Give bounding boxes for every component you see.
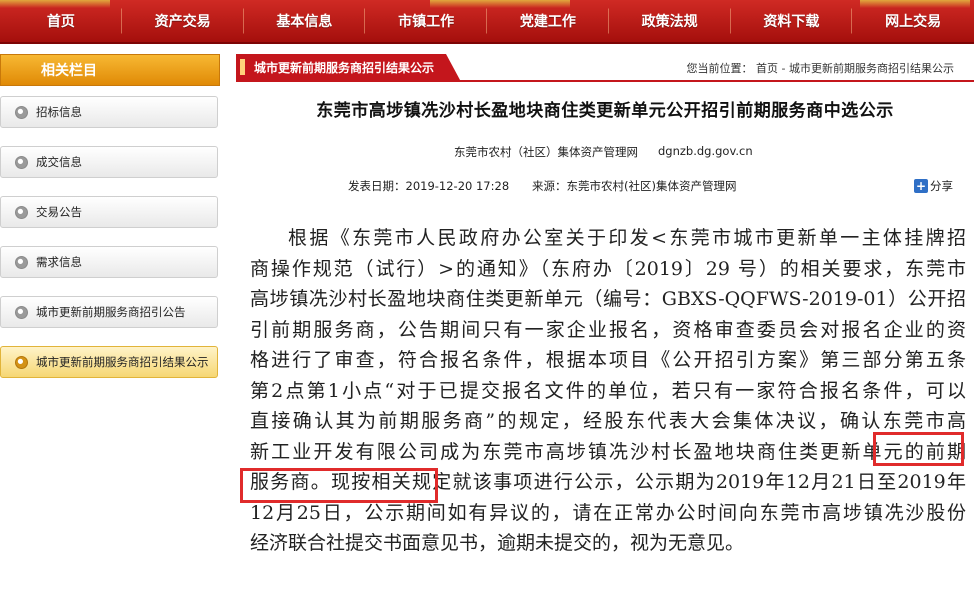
article-title: 东莞市高埗镇冼沙村长盈地块商住类更新单元公开招引前期服务商中选公示 (316, 101, 894, 121)
body-line: 直接确认其为前期服务商”的规定，经股东代表大会集体决议，确认东莞市高 (250, 410, 966, 432)
share-button[interactable]: + 分享 (914, 178, 953, 194)
sidebar-item-label: 招标信息 (36, 105, 82, 119)
sidebar-item-label: 城市更新前期服务商招引结果公示 (36, 355, 209, 369)
nav-policies[interactable]: 政策法规 (608, 0, 731, 42)
sidebar-item-label: 城市更新前期服务商招引公告 (36, 305, 186, 319)
body-line: 第2点第1小点“对于已提交报名文件的单位，若只有一家符合报名条件，可以 (250, 379, 966, 402)
bullet-icon (15, 105, 28, 119)
nav-basic-info[interactable]: 基本信息 (243, 0, 366, 42)
sidebar-item-recruitment-notice[interactable]: 城市更新前期服务商招引公告 (0, 296, 218, 328)
breadcrumb: 您当前位置： 首页 - 城市更新前期服务商招引结果公示 (687, 60, 954, 76)
sidebar-header: 相关栏目 (0, 54, 220, 86)
publish-info: 发表日期：2019-12-20 17:28 (348, 178, 509, 194)
plus-icon: + (914, 179, 928, 193)
body-line: 根据《东莞市人民政府办公室关于印发<东莞市城市更新单一主体挂牌招 (288, 227, 966, 249)
sidebar-item-bidding-info[interactable]: 招标信息 (0, 96, 218, 128)
body-line: 服务商。现按相关规定就该事项进行公示，公示期为2019年12月21日至2019年 (250, 471, 966, 493)
sidebar-item-label: 需求信息 (36, 255, 82, 269)
body-line: 高埗镇冼沙村长盈地块商住类更新单元（编号：GBXS-QQFWS-2019-01）… (250, 288, 966, 310)
section-tab: 城市更新前期服务商招引结果公示 (236, 54, 460, 80)
body-line: 商操作规范（试行）>的通知》（东府办〔2019〕29 号）的相关要求，东莞市 (250, 257, 966, 280)
nav-downloads[interactable]: 资料下载 (730, 0, 853, 42)
sidebar-item-label: 交易公告 (36, 205, 82, 219)
top-navigation: 首页 资产交易 基本信息 市镇工作 党建工作 政策法规 资料下载 网上交易 (0, 0, 974, 44)
sidebar-item-label: 成交信息 (36, 155, 82, 169)
body-line: 格进行了审查，符合报名条件，根据本项目《公开招引方案》第三部分第五条 (250, 349, 966, 371)
sidebar-item-recruitment-result[interactable]: 城市更新前期服务商招引结果公示 (0, 346, 218, 378)
bullet-icon (15, 155, 28, 169)
publish-label: 发表日期： (348, 179, 406, 193)
bullet-icon (15, 305, 28, 319)
body-line: 新工业开发有限公司成为东莞市高埗镇冼沙村长盈地块商住类更新单元的前期 (250, 440, 966, 463)
source-url[interactable]: dgnzb.dg.gov.cn (658, 144, 753, 158)
breadcrumb-prefix: 您当前位置： (686, 62, 753, 75)
nav-decoration (0, 0, 110, 8)
bullet-icon (15, 355, 28, 369)
sidebar-item-demand-info[interactable]: 需求信息 (0, 246, 218, 278)
bullet-icon (15, 255, 28, 269)
origin-label: 来源： (532, 179, 567, 193)
article-body: 根据《东莞市人民政府办公室关于印发<东莞市城市更新单一主体挂牌招 商操作规范（试… (250, 223, 966, 559)
bullet-icon (15, 205, 28, 219)
origin-info: 来源：东莞市农村(社区)集体资产管理网 (532, 178, 736, 194)
breadcrumb-path[interactable]: 首页 - 城市更新前期服务商招引结果公示 (756, 62, 954, 75)
nav-decoration (860, 0, 970, 8)
body-line: 经济联合社提交书面意见书，逾期未提交的，视为无意见。 (250, 532, 745, 554)
content-header-bar: 城市更新前期服务商招引结果公示 您当前位置： 首页 - 城市更新前期服务商招引结… (236, 54, 974, 82)
nav-decoration (430, 0, 570, 8)
body-line: 12月25日，公示期间如有异议的，请在正常办公时间向东莞市高埗镇冼沙股份 (250, 501, 966, 524)
share-label: 分享 (930, 179, 953, 193)
body-line: 引前期服务商，公告期间只有一家企业报名，资格审查委员会对报名企业的资 (250, 318, 966, 341)
sidebar-item-trade-notice[interactable]: 交易公告 (0, 196, 218, 228)
publish-date: 2019-12-20 17:28 (405, 179, 510, 193)
source-org: 东莞市农村（社区）集体资产管理网 (454, 145, 638, 159)
origin-value: 东莞市农村(社区)集体资产管理网 (566, 179, 737, 193)
sidebar-item-deal-info[interactable]: 成交信息 (0, 146, 218, 178)
nav-asset-trading[interactable]: 资产交易 (121, 0, 244, 42)
